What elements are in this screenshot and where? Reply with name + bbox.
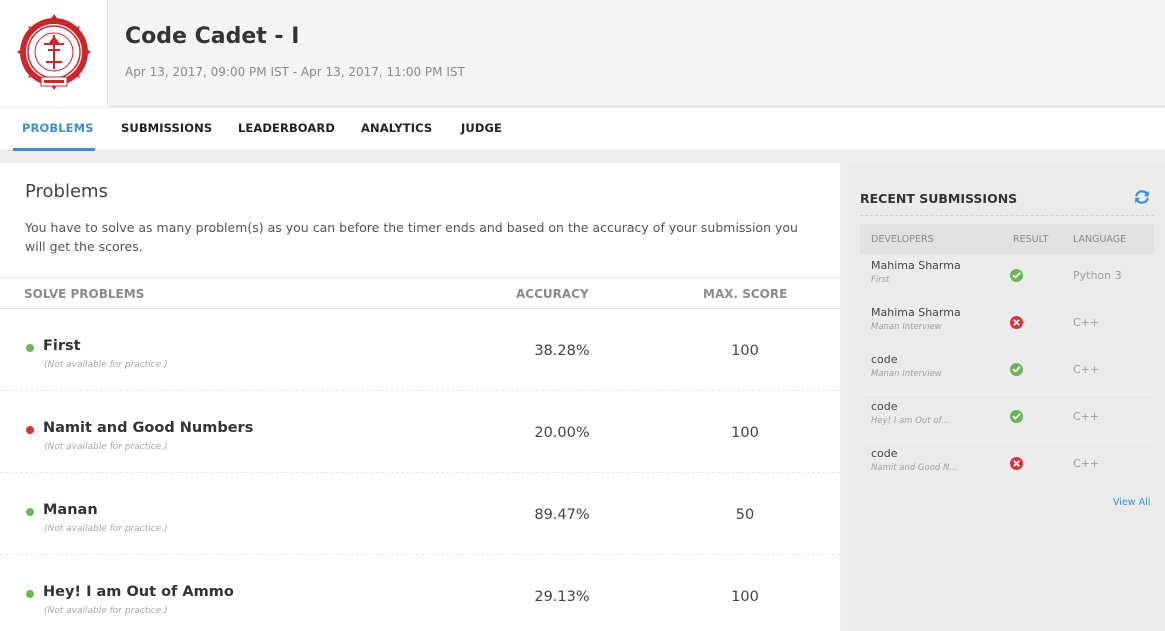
problems-description: You have to solve as many problem(s) as … bbox=[25, 220, 798, 254]
tab-submissions[interactable]: SUBMISSIONS bbox=[121, 121, 212, 135]
status-dot-icon bbox=[26, 426, 34, 434]
accepted-check-icon bbox=[1010, 410, 1023, 423]
status-dot-icon bbox=[26, 508, 34, 516]
tab-leaderboard[interactable]: LEADERBOARD bbox=[238, 121, 335, 135]
accepted-check-icon bbox=[1010, 363, 1023, 376]
submission-problem: Namit and Good N... bbox=[871, 463, 958, 473]
column-solve-problems: SOLVE PROBLEMS bbox=[24, 287, 145, 301]
submission-language: C++ bbox=[1073, 410, 1100, 423]
problems-table-header: SOLVE PROBLEMS ACCURACY MAX. SCORE bbox=[0, 277, 840, 309]
problem-name[interactable]: First bbox=[43, 338, 81, 354]
contest-dates: Apr 13, 2017, 09:00 PM IST - Apr 13, 201… bbox=[125, 65, 465, 79]
problems-heading: Problems bbox=[25, 181, 108, 202]
developer-name[interactable]: code bbox=[871, 447, 898, 460]
divider bbox=[860, 215, 1154, 216]
problem-name[interactable]: Manan bbox=[43, 502, 98, 518]
problem-note: (Not available for practice.) bbox=[44, 360, 168, 370]
problem-accuracy: 20.00% bbox=[534, 425, 590, 441]
submission-problem: Hey! I am Out of... bbox=[871, 416, 950, 426]
column-language: LANGUAGE bbox=[1073, 234, 1127, 245]
problem-accuracy: 29.13% bbox=[534, 589, 590, 605]
submission-row[interactable]: Mahima Sharma Manan Interview C++ bbox=[860, 301, 1154, 348]
problem-accuracy: 38.28% bbox=[534, 343, 590, 359]
problem-row[interactable]: Hey! I am Out of Ammo (Not available for… bbox=[0, 555, 840, 631]
problem-max-score: 100 bbox=[731, 343, 759, 359]
wrong-cross-icon bbox=[1010, 457, 1023, 470]
active-tab-indicator bbox=[13, 148, 95, 151]
recent-submissions-title: RECENT SUBMISSIONS bbox=[860, 191, 1018, 206]
submission-language: C++ bbox=[1073, 316, 1100, 329]
submission-row[interactable]: Mahima Sharma First Python 3 bbox=[860, 254, 1154, 301]
institute-logo bbox=[0, 0, 108, 107]
submissions-table-header: DEVELOPERS RESULT LANGUAGE bbox=[860, 224, 1154, 254]
problem-row[interactable]: Manan (Not available for practice.) 89.4… bbox=[0, 473, 840, 555]
refresh-icon[interactable] bbox=[1133, 188, 1151, 206]
developer-name[interactable]: Mahima Sharma bbox=[871, 306, 961, 319]
tab-judge[interactable]: JUDGE bbox=[461, 121, 502, 135]
developer-name[interactable]: Mahima Sharma bbox=[871, 259, 961, 272]
column-result: RESULT bbox=[1013, 234, 1049, 245]
contest-title: Code Cadet - I bbox=[125, 24, 300, 49]
developer-name[interactable]: code bbox=[871, 400, 898, 413]
submission-problem: First bbox=[871, 275, 890, 285]
submission-row[interactable]: code Namit and Good N... C++ bbox=[860, 442, 1154, 489]
tab-analytics[interactable]: ANALYTICS bbox=[361, 121, 432, 135]
problem-max-score: 100 bbox=[731, 425, 759, 441]
seal-icon bbox=[16, 13, 91, 90]
submission-row[interactable]: code Hey! I am Out of... C++ bbox=[860, 395, 1154, 442]
column-max-score: MAX. SCORE bbox=[703, 287, 788, 301]
problem-accuracy: 89.47% bbox=[534, 507, 590, 523]
contest-tabs: PROBLEMS SUBMISSIONS LEADERBOARD ANALYTI… bbox=[0, 108, 1165, 151]
submission-language: C++ bbox=[1073, 457, 1100, 470]
submission-row[interactable]: code Manan Interview C++ bbox=[860, 348, 1154, 395]
problem-note: (Not available for practice.) bbox=[44, 524, 168, 534]
problems-panel: Problems You have to solve as many probl… bbox=[0, 163, 840, 631]
status-dot-icon bbox=[26, 344, 34, 352]
submission-problem: Manan Interview bbox=[871, 322, 942, 332]
submission-problem: Manan Interview bbox=[871, 369, 942, 379]
problem-max-score: 100 bbox=[731, 589, 759, 605]
problem-name[interactable]: Hey! I am Out of Ammo bbox=[43, 584, 234, 600]
problem-name[interactable]: Namit and Good Numbers bbox=[43, 420, 253, 436]
submission-language: Python 3 bbox=[1073, 269, 1122, 282]
accepted-check-icon bbox=[1010, 269, 1023, 282]
problem-max-score: 50 bbox=[735, 507, 755, 523]
column-developers: DEVELOPERS bbox=[871, 234, 934, 245]
problem-row[interactable]: First (Not available for practice.) 38.2… bbox=[0, 309, 840, 391]
recent-submissions-panel: RECENT SUBMISSIONS DEVELOPERS RESULT LAN… bbox=[849, 163, 1165, 631]
view-all-link[interactable]: View All bbox=[1113, 497, 1150, 508]
developer-name[interactable]: code bbox=[871, 353, 898, 366]
contest-header: Code Cadet - I Apr 13, 2017, 09:00 PM IS… bbox=[0, 0, 1165, 107]
tab-problems[interactable]: PROBLEMS bbox=[22, 121, 94, 135]
wrong-cross-icon bbox=[1010, 316, 1023, 329]
problem-note: (Not available for practice.) bbox=[44, 442, 168, 452]
problem-note: (Not available for practice.) bbox=[44, 606, 168, 616]
status-dot-icon bbox=[26, 590, 34, 598]
submission-language: C++ bbox=[1073, 363, 1100, 376]
column-accuracy: ACCURACY bbox=[516, 287, 589, 301]
problem-row[interactable]: Namit and Good Numbers (Not available fo… bbox=[0, 391, 840, 473]
